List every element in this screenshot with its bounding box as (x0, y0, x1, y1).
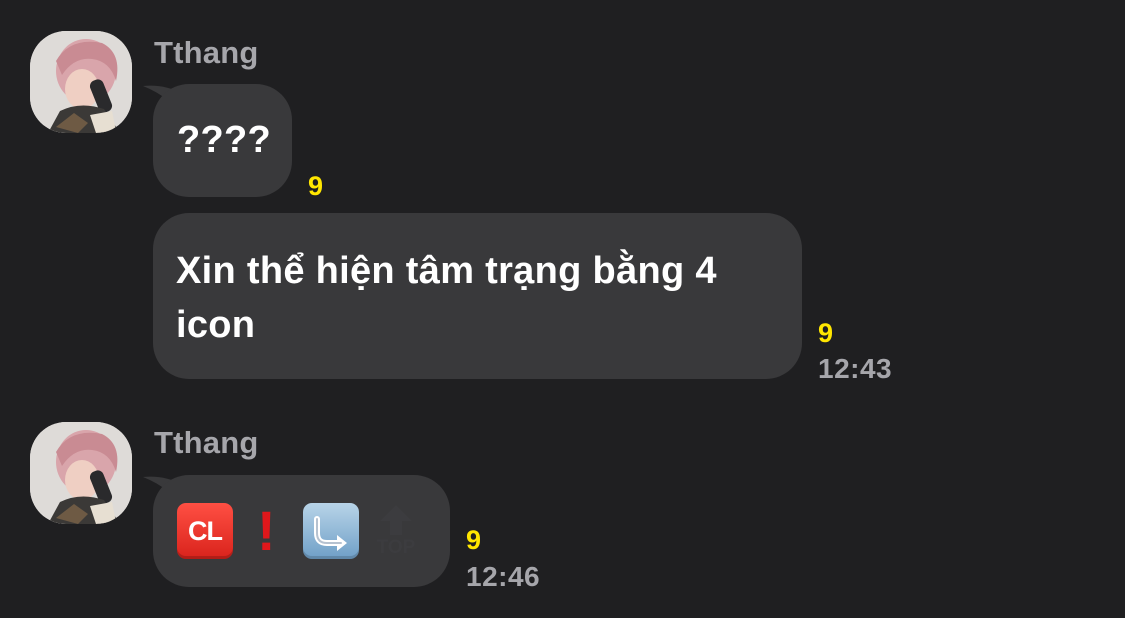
sender-name: Tthang (154, 425, 259, 460)
avatar-photo-icon (30, 422, 132, 524)
unread-count: 9 (818, 318, 834, 348)
message-text: ???? (177, 119, 272, 161)
top-arrow-icon: TOP (374, 503, 418, 559)
unread-count: 9 (308, 171, 324, 201)
message-time: 12:46 (466, 561, 541, 592)
message-bubble[interactable]: Xin thể hiện tâm trạng bằng 4 icon (153, 213, 802, 379)
exclamation-icon: ! (257, 499, 276, 562)
sender-avatar[interactable] (30, 31, 132, 133)
unread-count: 9 (466, 525, 482, 555)
sender-avatar[interactable] (30, 422, 132, 524)
chat-screen: Tthang ???? 9 Xin thể hiện tâm trạng bằn… (0, 0, 1125, 618)
message-time: 12:43 (818, 353, 893, 384)
right-arrow-curving-left-icon (303, 503, 359, 559)
avatar-photo-icon (30, 31, 132, 133)
sender-name: Tthang (154, 35, 259, 70)
cl-button-icon: CL (177, 503, 233, 559)
message-text: Xin thể hiện tâm trạng bằng 4 icon (176, 250, 717, 346)
message-bubble[interactable]: ???? (153, 84, 292, 197)
message-bubble[interactable]: CL ! TOP (153, 475, 450, 587)
top-arrow-label: TOP (376, 537, 416, 558)
